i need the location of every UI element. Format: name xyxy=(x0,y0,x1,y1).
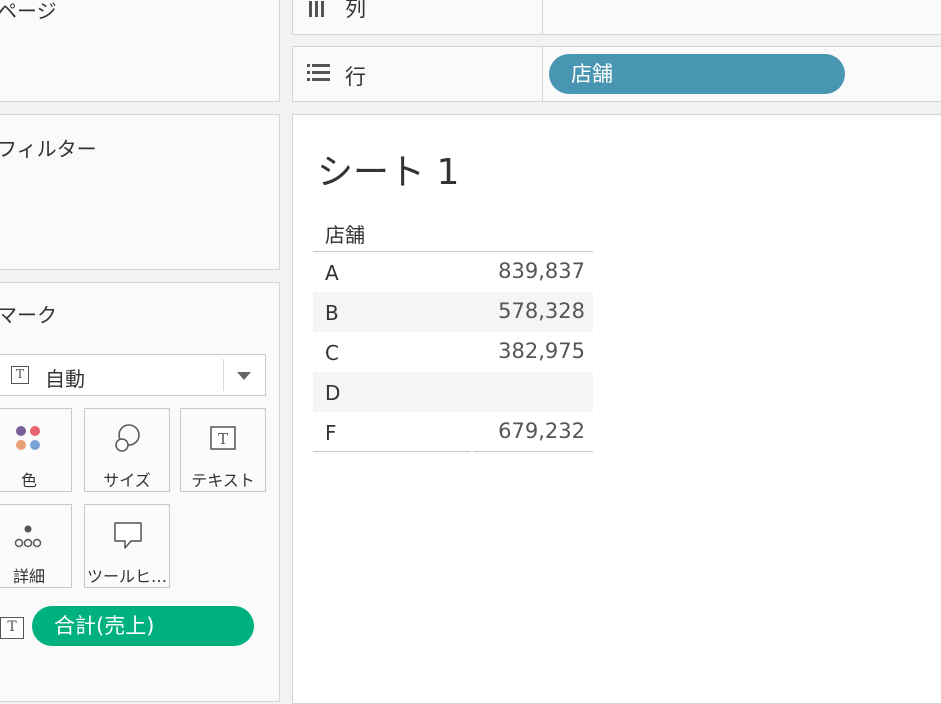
tooltip-label: ツールヒ… xyxy=(86,567,167,586)
text-button[interactable]: T テキスト xyxy=(180,408,266,492)
mark-type-dropdown[interactable]: T 自動 xyxy=(0,354,266,396)
detail-label: 詳細 xyxy=(12,567,45,586)
table-row[interactable]: B 578,328 xyxy=(313,292,593,332)
table-row[interactable]: C 382,975 xyxy=(313,332,593,372)
size-button[interactable]: サイズ xyxy=(84,408,170,492)
footer-divider-left xyxy=(313,451,471,452)
footer-divider-right xyxy=(473,451,593,452)
store-pill[interactable]: 店舗 xyxy=(549,54,845,94)
column-header[interactable]: 店舗 xyxy=(325,219,365,248)
row-value: 679,232 xyxy=(498,419,585,443)
text-mark-icon: T xyxy=(11,366,29,384)
row-label: D xyxy=(325,381,341,405)
row-value: 578,328 xyxy=(498,299,585,323)
size-icon xyxy=(85,423,169,455)
dropdown-divider xyxy=(223,359,224,391)
text-encoding-icon[interactable]: T xyxy=(0,617,24,639)
shelf-divider xyxy=(542,0,543,34)
pages-panel[interactable]: ページ xyxy=(0,0,280,102)
text-encoding-row: T 合計(売上) xyxy=(0,606,266,646)
tooltip-icon xyxy=(85,519,169,551)
svg-text:T: T xyxy=(218,430,228,448)
shelf-divider xyxy=(542,47,543,101)
table-row[interactable]: A 839,837 xyxy=(313,252,593,292)
row-value: 839,837 xyxy=(498,259,585,283)
sum-sales-pill[interactable]: 合計(売上) xyxy=(32,606,254,646)
table-row[interactable]: D xyxy=(313,372,593,412)
table-row[interactable]: F 679,232 xyxy=(313,412,593,452)
rows-icon xyxy=(307,64,330,81)
worksheet-canvas: シート 1 店舗 A 839,837 B 578,328 C 382,975 D… xyxy=(292,114,941,704)
pages-title: ページ xyxy=(0,0,57,23)
marks-title: マーク xyxy=(0,303,57,327)
row-label: B xyxy=(325,301,339,325)
row-label: C xyxy=(325,341,339,365)
detail-icon xyxy=(0,519,71,551)
detail-button[interactable]: 詳細 xyxy=(0,504,72,588)
text-label: テキスト xyxy=(191,471,255,490)
size-label: サイズ xyxy=(103,471,151,490)
filters-title: フィルター xyxy=(0,137,97,161)
filters-panel[interactable]: フィルター xyxy=(0,114,280,270)
color-button[interactable]: 色 xyxy=(0,408,72,492)
sheet-title: シート 1 xyxy=(317,152,460,193)
tooltip-button[interactable]: ツールヒ… xyxy=(84,504,170,588)
row-value: 382,975 xyxy=(498,339,585,363)
row-label: F xyxy=(325,421,337,445)
columns-label: 列 xyxy=(345,0,366,21)
text-icon: T xyxy=(181,423,265,455)
color-label: 色 xyxy=(20,471,37,490)
columns-shelf[interactable]: 列 xyxy=(292,0,941,35)
row-label: A xyxy=(325,261,339,285)
rows-label: 行 xyxy=(345,65,366,89)
columns-icon xyxy=(309,1,324,17)
color-icon xyxy=(0,423,71,455)
chevron-down-icon[interactable] xyxy=(237,372,251,380)
mark-type-label: 自動 xyxy=(45,367,85,391)
rows-shelf[interactable]: 行 店舗 xyxy=(292,46,941,102)
